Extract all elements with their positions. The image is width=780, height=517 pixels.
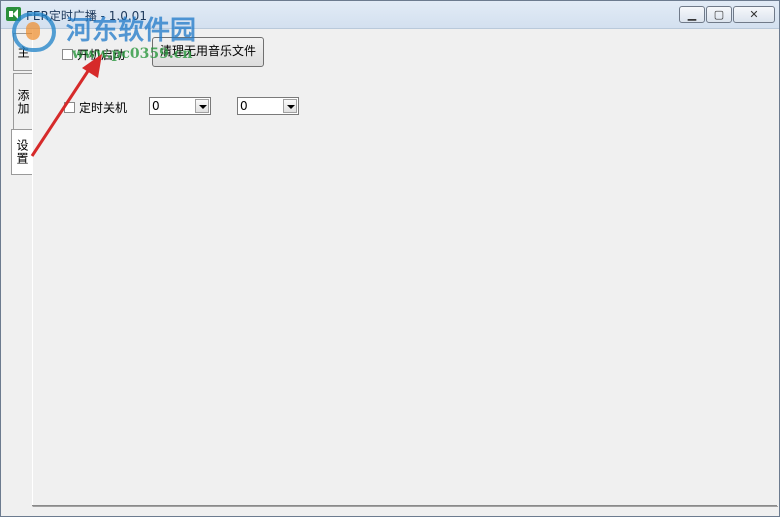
title-bar[interactable]: FER定时广播 - 1.0.01 ▁ ▢ ✕ — [1, 1, 779, 29]
minute-value: 0 — [240, 99, 248, 113]
clean-unused-music-button[interactable]: 清理无用音乐文件 — [152, 37, 264, 67]
window-title: FER定时广播 - 1.0.01 — [26, 9, 147, 23]
maximize-button[interactable]: ▢ — [706, 6, 732, 23]
shutdown-hour-select[interactable]: 0 — [149, 97, 211, 115]
annotation-arrow-icon — [30, 54, 102, 157]
shutdown-minute-select[interactable]: 0 — [237, 97, 299, 115]
chevron-down-icon[interactable] — [283, 99, 297, 113]
hour-value: 0 — [152, 99, 160, 113]
close-icon: ✕ — [749, 8, 759, 21]
minimize-button[interactable]: ▁ — [679, 6, 705, 23]
maximize-icon: ▢ — [713, 8, 725, 21]
client-area: 主 添加 设置 开机启动 清理无用音乐文件 定时关机 0 0 — [1, 29, 779, 516]
close-button[interactable]: ✕ — [733, 6, 775, 23]
window-controls: ▁ ▢ ✕ — [679, 6, 775, 23]
panel-bottom-border — [32, 505, 777, 506]
chevron-down-icon[interactable] — [195, 99, 209, 113]
app-window: FER定时广播 - 1.0.01 ▁ ▢ ✕ 主 添加 设置 开机启动 清理无用… — [0, 0, 780, 517]
speaker-icon — [6, 7, 21, 21]
minimize-icon: ▁ — [687, 8, 697, 21]
settings-panel: 开机启动 清理无用音乐文件 定时关机 0 0 — [32, 29, 778, 507]
